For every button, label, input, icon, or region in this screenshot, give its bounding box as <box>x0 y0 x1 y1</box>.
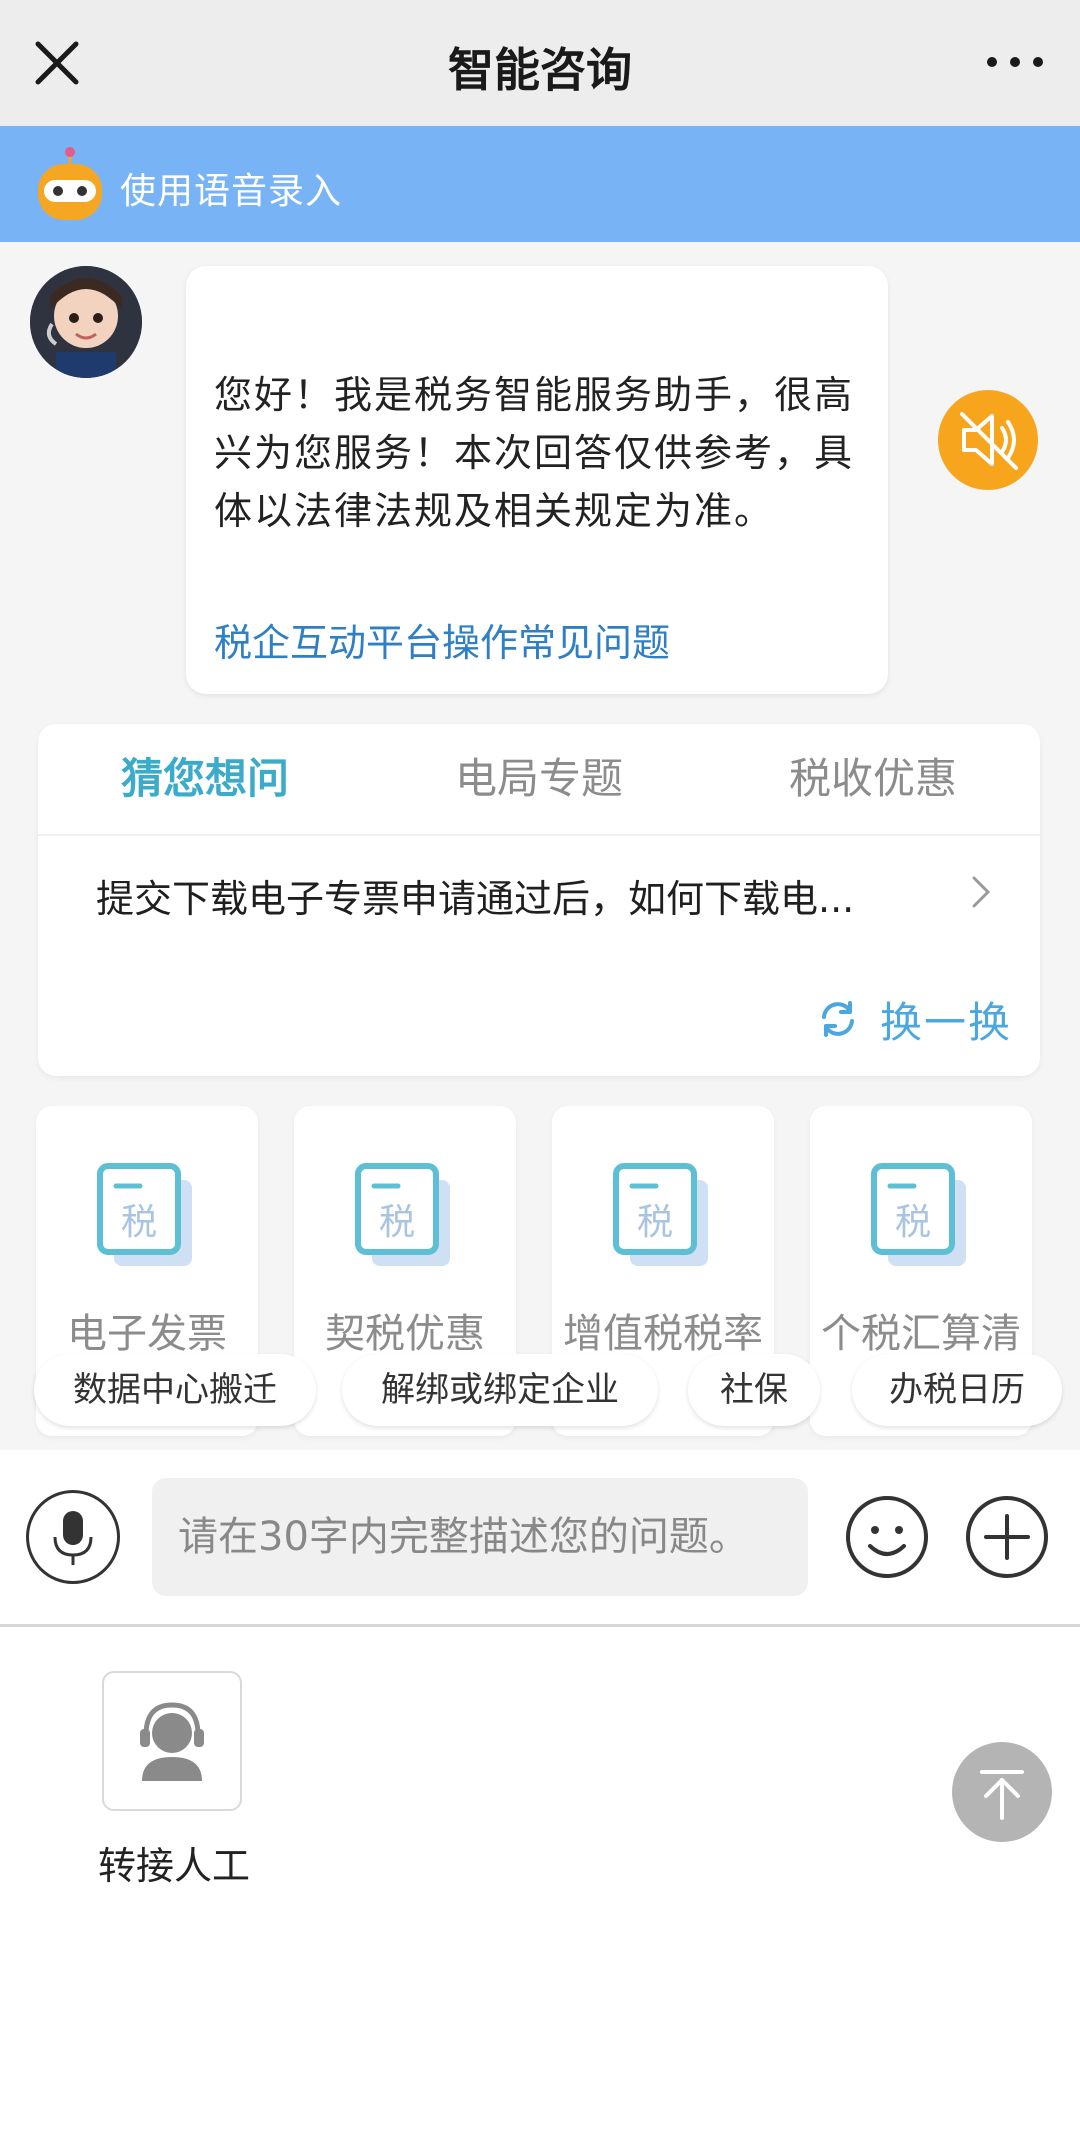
tax-document-icon: 税 <box>613 1163 708 1266</box>
tax-icon-text: 税 <box>121 1202 157 1243</box>
voice-banner-text: 使用语音录入 <box>120 171 343 212</box>
mute-button[interactable] <box>938 390 1038 490</box>
more-icon <box>987 57 1043 67</box>
chip-data-center[interactable]: 数据中心搬迁 <box>34 1354 316 1426</box>
more-actions-button[interactable] <box>964 1494 1050 1580</box>
arrow-up-icon <box>980 1770 1024 1820</box>
refresh-button[interactable]: 换一换 <box>814 994 1012 1047</box>
transfer-agent-button[interactable] <box>102 1671 242 1811</box>
refresh-label: 换一换 <box>879 997 1012 1047</box>
assistant-message-text: 您好！我是税务智能服务助手，很高兴为您服务！本次回答仅供参考，具体以法律法规及相… <box>214 373 855 533</box>
assistant-message-bubble: 您好！我是税务智能服务助手，很高兴为您服务！本次回答仅供参考，具体以法律法规及相… <box>186 266 888 694</box>
chip-bind-company[interactable]: 解绑或绑定企业 <box>342 1354 658 1426</box>
quick-chips: 数据中心搬迁 解绑或绑定企业 社保 办税日历 <box>34 1354 1080 1426</box>
smiley-icon <box>846 1496 928 1578</box>
tab-guess[interactable]: 猜您想问 <box>38 724 372 834</box>
extra-actions-panel: 转接人工 <box>0 1627 1080 2151</box>
tax-document-icon: 税 <box>871 1163 966 1266</box>
voice-button[interactable] <box>26 1490 120 1584</box>
chat-area[interactable]: 您好！我是税务智能服务助手，很高兴为您服务！本次回答仅供参考，具体以法律法规及相… <box>0 126 1080 1450</box>
suggested-question[interactable]: 提交下载电子专票申请通过后，如何下载电... <box>96 868 996 928</box>
chip-social-insurance[interactable]: 社保 <box>688 1354 820 1426</box>
robot-icon <box>38 147 102 220</box>
tab-tax-benefits[interactable]: 税收优惠 <box>706 724 1040 834</box>
suggested-question-text: 提交下载电子专票申请通过后，如何下载电... <box>96 877 855 921</box>
tax-document-icon: 税 <box>97 1163 192 1266</box>
question-input[interactable] <box>152 1478 808 1596</box>
voice-input-banner[interactable]: 使用语音录入 <box>0 126 1080 242</box>
input-bar <box>0 1450 1080 1626</box>
divider <box>38 834 1040 836</box>
speaker-muted-icon <box>960 412 1018 470</box>
tax-icon-text: 税 <box>379 1202 415 1243</box>
tab-topics[interactable]: 电局专题 <box>372 724 706 834</box>
more-button[interactable] <box>980 40 1050 84</box>
microphone-icon <box>53 1511 93 1565</box>
chevron-right-icon <box>972 876 991 908</box>
tax-icon-text: 税 <box>637 1202 673 1243</box>
refresh-icon <box>821 1001 854 1037</box>
page-title: 智能咨询 <box>448 43 632 97</box>
plus-icon <box>966 1496 1048 1578</box>
assistant-avatar <box>30 266 142 378</box>
back-to-top-button[interactable] <box>952 1742 1052 1842</box>
top-navigation-bar: 智能咨询 <box>0 0 1080 126</box>
tab-bar: 猜您想问 电局专题 税收优惠 <box>38 724 1040 834</box>
emoji-button[interactable] <box>844 1494 930 1580</box>
chip-tax-calendar[interactable]: 办税日历 <box>852 1354 1062 1426</box>
suggestion-card: 猜您想问 电局专题 税收优惠 提交下载电子专票申请通过后，如何下载电... 换一… <box>38 724 1040 1076</box>
faq-link[interactable]: 税企互动平台操作常见问题 <box>214 612 670 667</box>
transfer-agent-label: 转接人工 <box>98 1844 251 1888</box>
tax-icon-text: 税 <box>895 1202 931 1243</box>
customer-service-icon <box>140 1702 204 1781</box>
tax-document-icon: 税 <box>355 1163 450 1266</box>
